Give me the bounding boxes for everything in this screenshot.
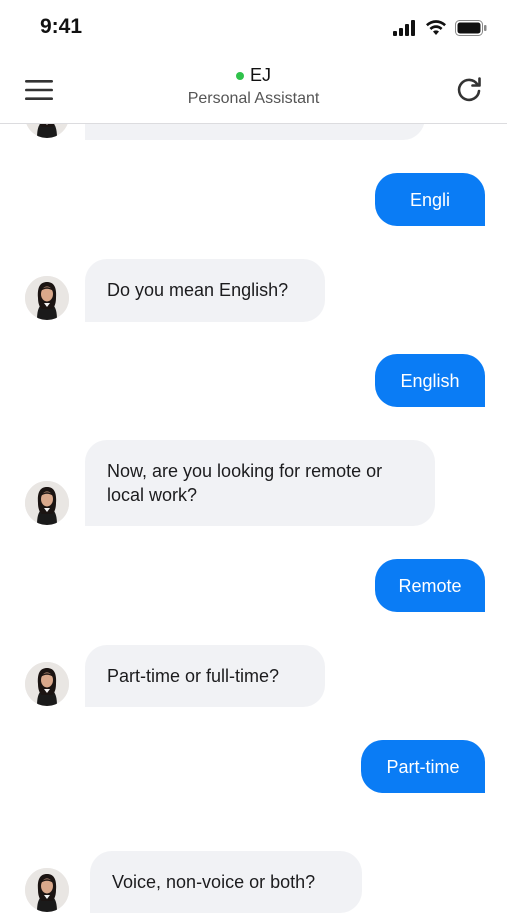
bot-message: Voice, non-voice or both? (90, 851, 362, 913)
status-icons (393, 18, 487, 38)
user-message: English (375, 354, 485, 407)
user-message: Part-time (361, 740, 485, 793)
avatar (25, 662, 69, 706)
user-message: Engli (375, 173, 485, 226)
bot-message: Now, are you looking for remote or local… (85, 440, 435, 526)
chat-header: EJ Personal Assistant (0, 56, 507, 124)
signal-icon (393, 20, 415, 36)
status-bar: 9:41 (0, 0, 507, 56)
avatar (25, 481, 69, 525)
contact-name: EJ (249, 65, 271, 85)
battery-icon (455, 20, 487, 36)
user-message: Remote (375, 559, 485, 612)
wifi-icon (426, 20, 446, 35)
chat-thread[interactable]: Engli Do you mean English? English Now, … (0, 0, 507, 913)
online-status-dot (235, 71, 244, 80)
status-time: 9:41 (40, 15, 83, 38)
avatar (25, 868, 69, 912)
bot-message: Do you mean English? (85, 259, 325, 322)
refresh-icon[interactable] (455, 76, 483, 104)
contact-role: Personal Assistant (187, 90, 320, 107)
avatar (25, 276, 69, 320)
bot-message: Part-time or full-time? (85, 645, 325, 707)
contact-info: EJ Personal Assistant (0, 65, 507, 108)
